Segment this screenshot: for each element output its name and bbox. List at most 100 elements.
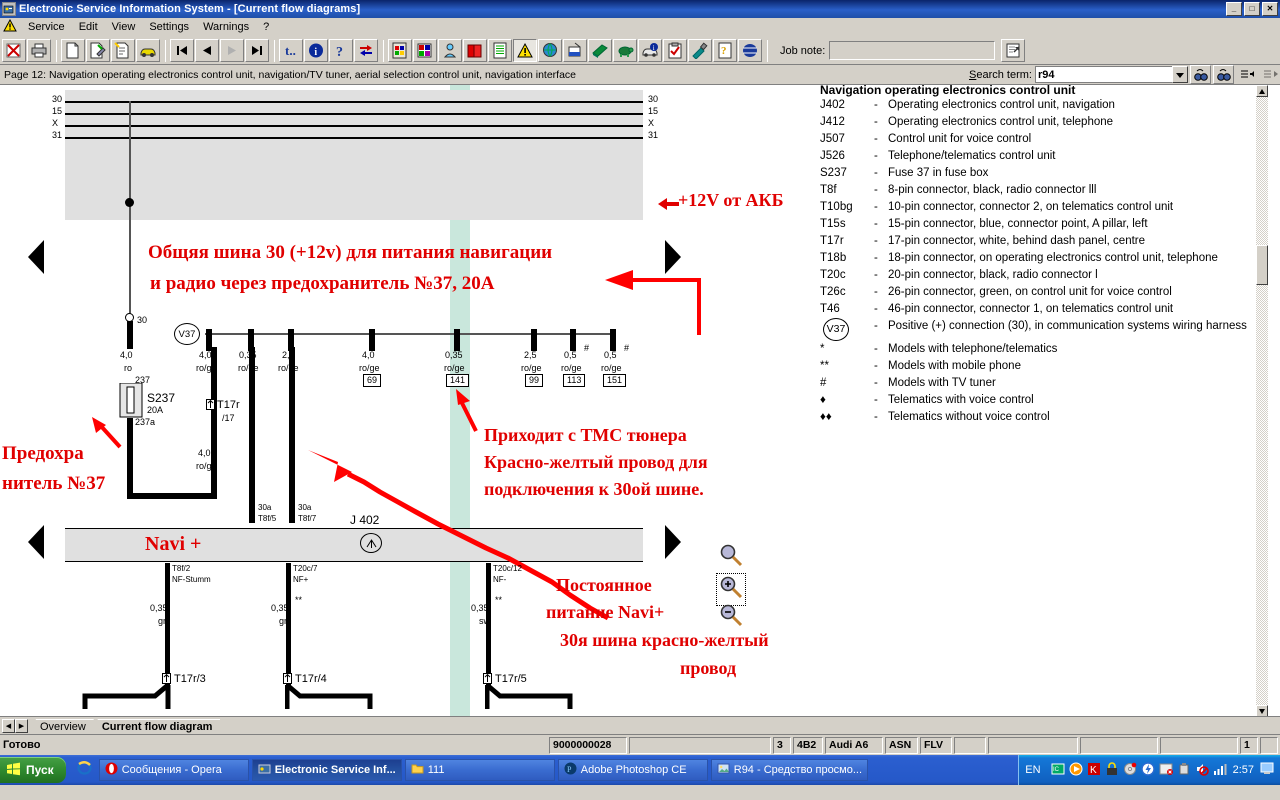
usb-icon[interactable]	[1177, 762, 1191, 779]
scrollbar-thumb[interactable]	[1256, 245, 1268, 285]
task-item-photoshop[interactable]: P Adobe Photoshop CE	[557, 759, 708, 781]
legend-row[interactable]: V37 - Positive (+) connection (30), in com…	[818, 318, 1268, 341]
warning-icon[interactable]	[513, 39, 537, 62]
start-button[interactable]: Пуск	[0, 757, 66, 783]
tools-icon[interactable]	[688, 39, 712, 62]
tab-overview[interactable]: Overview	[30, 719, 94, 734]
legend-row[interactable]: ♦ - Telematics with voice control	[818, 392, 1268, 409]
swap-icon[interactable]	[354, 39, 378, 62]
help-icon[interactable]: ?	[329, 39, 353, 62]
tooltip-icon[interactable]: t..	[279, 39, 303, 62]
previous-page-icon[interactable]	[195, 39, 219, 62]
legend-row[interactable]: J412 - Operating electronics control unit,…	[818, 114, 1268, 131]
find-previous-icon[interactable]	[1213, 65, 1234, 84]
task-item-esis[interactable]: Electronic Service Inf...	[251, 759, 402, 781]
paint-icon[interactable]	[563, 39, 587, 62]
legend-row[interactable]: # - Models with TV tuner	[818, 375, 1268, 392]
person-icon[interactable]	[438, 39, 462, 62]
legend-row[interactable]: T46 -46-pin connector, connector 1, on te…	[818, 301, 1268, 318]
lock-icon[interactable]	[1105, 761, 1119, 779]
grid-icon[interactable]	[413, 39, 437, 62]
legend-row[interactable]: T8f -8-pin connector, black, radio connec…	[818, 182, 1268, 199]
tab-current-flow-diagram[interactable]: Current flow diagram	[92, 719, 221, 734]
legend-row[interactable]: T15s -15-pin connector, blue, connector p…	[818, 216, 1268, 233]
legend-row[interactable]: ** - Models with mobile phone	[818, 358, 1268, 375]
print-icon[interactable]	[27, 39, 51, 62]
page-arrow-left-bus[interactable]	[28, 525, 44, 559]
menu-item-settings[interactable]: Settings	[142, 19, 196, 35]
chevron-down-icon[interactable]	[1172, 66, 1188, 83]
turtle-icon[interactable]	[613, 39, 637, 62]
media-player-icon[interactable]	[1069, 762, 1083, 779]
menu-item-view[interactable]: View	[105, 19, 143, 35]
legend-row[interactable]: * - Models with telephone/telematics	[818, 341, 1268, 358]
zoom-in-icon[interactable]	[716, 573, 746, 606]
page-arrow-left-top[interactable]	[28, 240, 44, 274]
car-info-icon[interactable]: i	[638, 39, 662, 62]
notes-icon[interactable]	[111, 39, 135, 62]
scroll-up-icon[interactable]	[1256, 85, 1268, 97]
clock[interactable]: 2:57	[1233, 764, 1254, 776]
power-icon[interactable]	[1140, 761, 1155, 779]
task-item-folder-111[interactable]: 111	[404, 759, 555, 781]
page-arrow-right-bus[interactable]	[665, 525, 681, 559]
minimize-button[interactable]: _	[1226, 2, 1242, 16]
last-page-icon[interactable]	[245, 39, 269, 62]
component-list-icon[interactable]	[388, 39, 412, 62]
firewall-icon[interactable]	[1159, 762, 1173, 779]
job-note-input[interactable]	[829, 41, 996, 60]
legend-row[interactable]: J507 - Control unit for voice control	[818, 131, 1268, 148]
signal-icon[interactable]	[1213, 762, 1227, 779]
edit-document-icon[interactable]	[86, 39, 110, 62]
job-note-detail-icon[interactable]	[1001, 39, 1026, 62]
legend-scrollbar[interactable]	[1256, 85, 1268, 716]
disc-icon[interactable]	[738, 39, 762, 62]
vehicle-icon[interactable]	[136, 39, 160, 62]
new-document-icon[interactable]	[61, 39, 85, 62]
icq-icon[interactable]: IC	[1051, 762, 1065, 779]
legend-row[interactable]: J526 - Telephone/telematics control unit	[818, 148, 1268, 165]
search-input[interactable]	[1035, 66, 1172, 83]
kaspersky-icon[interactable]: K	[1087, 762, 1101, 779]
tab-scroll-prev[interactable]: ◀	[2, 719, 15, 733]
legend-row[interactable]: T10bg -10-pin connector, connector 2, on …	[818, 199, 1268, 216]
menu-item-help[interactable]: ?	[256, 19, 276, 35]
legend-row[interactable]: T17r -17-pin connector, white, behind das…	[818, 233, 1268, 250]
checklist-icon[interactable]	[663, 39, 687, 62]
menu-item-warnings[interactable]: Warnings	[196, 19, 256, 35]
show-desktop-icon[interactable]	[1260, 762, 1274, 778]
legend-row[interactable]: T26c -26-pin connector, green, on control…	[818, 284, 1268, 301]
cancel-icon[interactable]	[2, 39, 26, 62]
internet-explorer-icon[interactable]	[76, 759, 93, 781]
volume-muted-icon[interactable]	[1195, 762, 1209, 779]
help-page-icon[interactable]: ?	[713, 39, 737, 62]
zoom-out-icon[interactable]	[718, 603, 744, 632]
current-flow-diagram[interactable]: 30 15 X 31 30 15 X 31 30 Общяя шина 30 (…	[0, 85, 815, 716]
task-item-opera[interactable]: Сообщения - Opera	[98, 759, 249, 781]
legend-row[interactable]: ♦♦ - Telematics without voice control	[818, 409, 1268, 426]
list-icon[interactable]	[488, 39, 512, 62]
scrollbar-track[interactable]	[1256, 97, 1268, 705]
component-legend-panel[interactable]: Navigation operating electronics control…	[818, 85, 1268, 716]
cd-icon[interactable]	[1123, 762, 1137, 779]
legend-row[interactable]: T18b -18-pin connector, on operating elec…	[818, 250, 1268, 267]
language-indicator[interactable]: EN	[1025, 764, 1040, 776]
list-add-icon[interactable]	[1236, 65, 1257, 84]
maximize-button[interactable]: □	[1244, 2, 1260, 16]
menu-item-edit[interactable]: Edit	[72, 19, 105, 35]
legend-row[interactable]: T20c -20-pin connector, black, radio conn…	[818, 267, 1268, 284]
book-icon[interactable]	[463, 39, 487, 62]
tab-scroll-next[interactable]: ▶	[15, 719, 28, 733]
first-page-icon[interactable]	[170, 39, 194, 62]
info-icon[interactable]: i	[304, 39, 328, 62]
next-page-icon[interactable]	[220, 39, 244, 62]
menu-item-service[interactable]: Service	[21, 19, 72, 35]
globe-icon[interactable]	[538, 39, 562, 62]
legend-row[interactable]: J402 - Operating electronics control unit,…	[818, 97, 1268, 114]
find-next-icon[interactable]	[1190, 65, 1211, 84]
scroll-down-icon[interactable]	[1256, 705, 1268, 716]
binder-icon[interactable]	[588, 39, 612, 62]
close-button[interactable]: ✕	[1262, 2, 1278, 16]
list-next-icon[interactable]	[1259, 65, 1280, 84]
zoom-pan-icon[interactable]	[718, 543, 744, 572]
